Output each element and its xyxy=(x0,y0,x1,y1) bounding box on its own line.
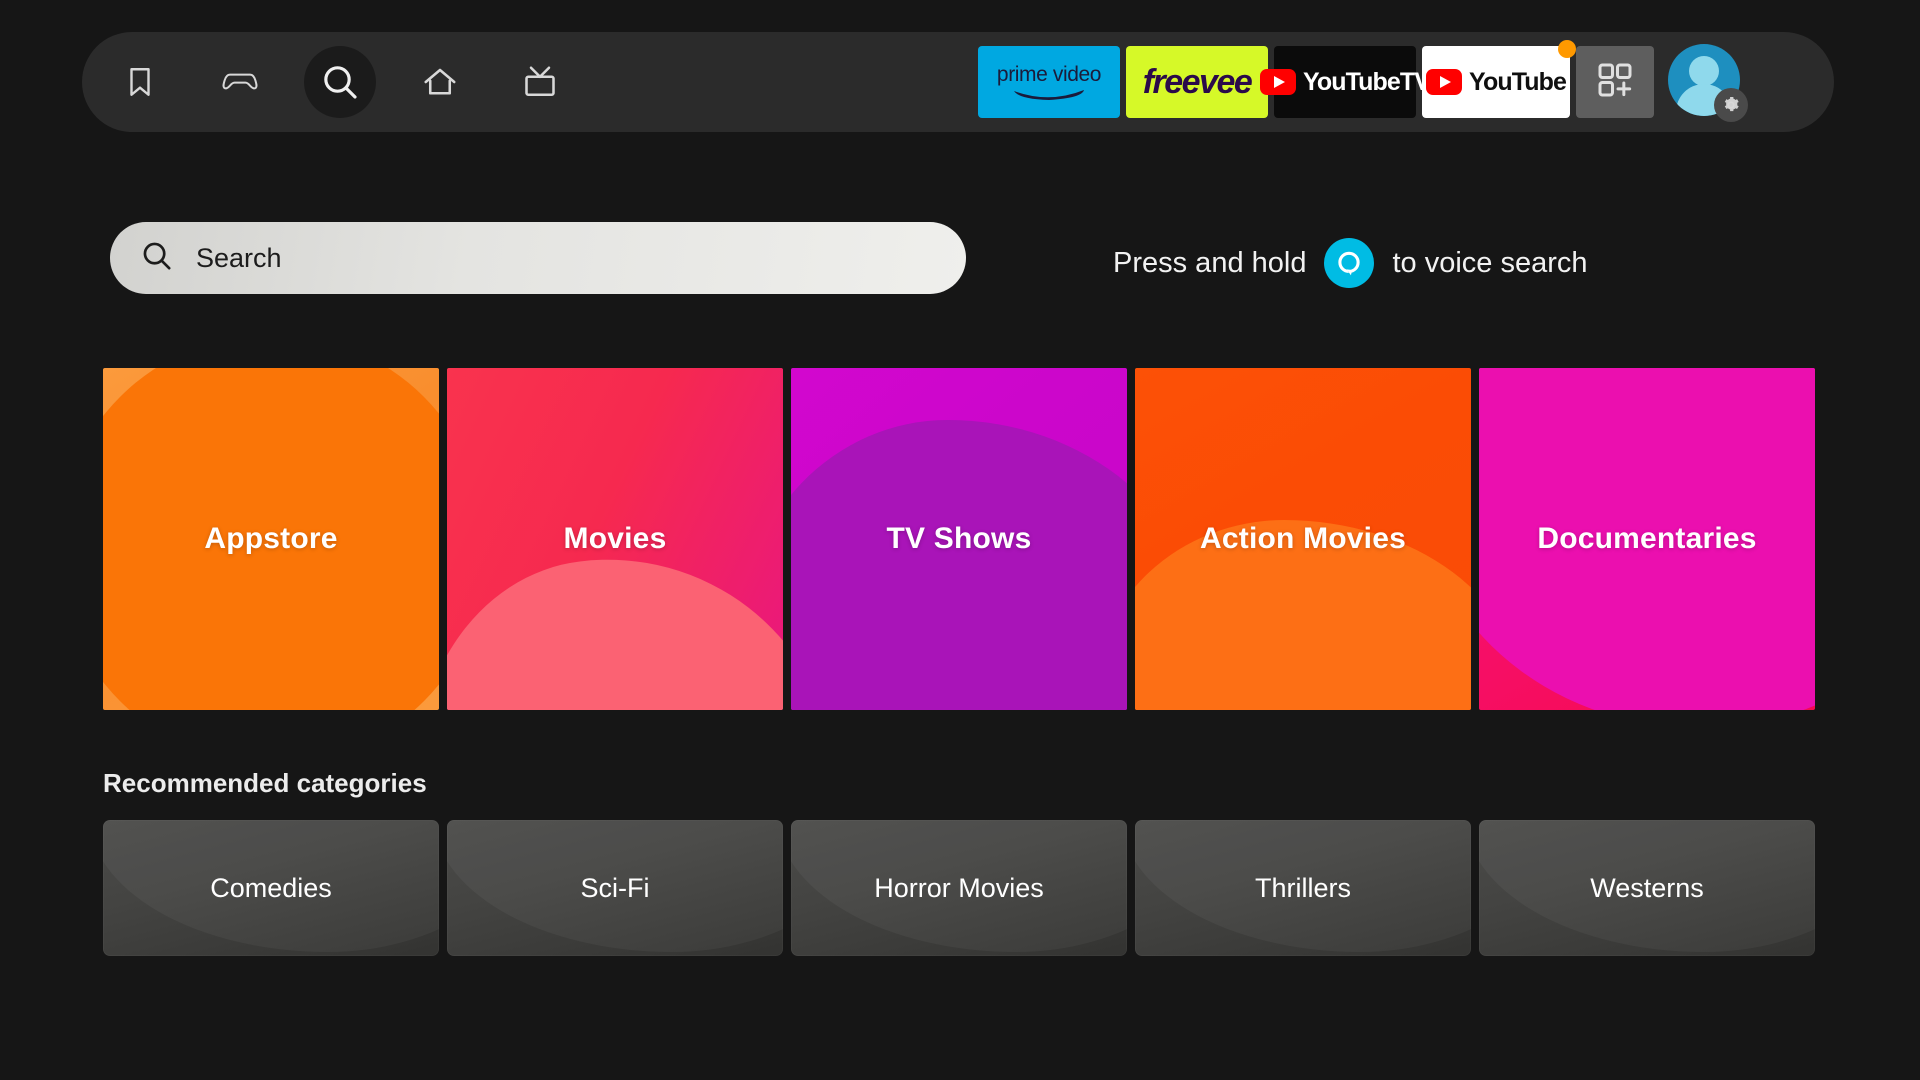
notification-badge-dot xyxy=(1558,40,1576,58)
app-tile-freevee[interactable]: freevee xyxy=(1126,46,1268,118)
recommended-label: Westerns xyxy=(1590,872,1704,903)
nav-icon-group xyxy=(104,46,576,118)
nav-item-search[interactable] xyxy=(304,46,376,118)
search-icon xyxy=(320,62,360,102)
app-tile-prime-video[interactable]: prime video xyxy=(978,46,1120,118)
profile-button[interactable] xyxy=(1668,44,1748,122)
youtube-label: YouTube xyxy=(1469,67,1567,96)
prime-video-logo: prime video xyxy=(997,64,1101,101)
alexa-icon xyxy=(1324,238,1375,288)
top-navigation-bar: prime video freevee YouTubeTV YouTube xyxy=(82,32,1834,132)
recommended-tile-westerns[interactable]: Westerns xyxy=(1479,820,1815,956)
recommended-categories-heading: Recommended categories xyxy=(103,768,427,798)
search-input[interactable]: Search xyxy=(110,222,966,294)
youtube-logo: YouTube xyxy=(1426,67,1567,97)
app-tile-youtube-tv[interactable]: YouTubeTV xyxy=(1259,46,1431,118)
recommended-label: Comedies xyxy=(210,872,332,903)
nav-item-home[interactable] xyxy=(404,46,476,118)
decorative-blob xyxy=(791,420,1127,710)
category-label: Action Movies xyxy=(1200,522,1406,555)
decorative-blob xyxy=(447,533,783,710)
live-tv-icon xyxy=(521,64,559,100)
home-icon xyxy=(422,65,458,99)
search-icon xyxy=(140,239,174,278)
youtube-tv-label: YouTubeTV xyxy=(1302,67,1431,96)
apps-grid-button[interactable] xyxy=(1576,46,1654,118)
category-label: Appstore xyxy=(204,522,338,555)
recommended-label: Horror Movies xyxy=(874,872,1044,903)
category-label: Documentaries xyxy=(1537,522,1757,555)
category-tile-action-movies[interactable]: Action Movies xyxy=(1135,368,1471,710)
youtube-play-icon xyxy=(1426,69,1463,95)
voice-hint-prefix: Press and hold xyxy=(1113,246,1307,279)
app-tile-youtube[interactable]: YouTube xyxy=(1422,40,1576,118)
youtube-play-icon xyxy=(1259,69,1296,95)
category-label: TV Shows xyxy=(886,522,1032,555)
recommended-tile-sci-fi[interactable]: Sci-Fi xyxy=(447,820,783,956)
recommended-label: Sci-Fi xyxy=(580,872,650,903)
category-tiles-row: Appstore Movies TV Shows Action Movies D… xyxy=(103,368,1815,710)
freevee-label: freevee xyxy=(1142,63,1253,101)
youtube-tv-logo: YouTubeTV xyxy=(1259,67,1431,97)
prime-video-label: prime video xyxy=(996,62,1102,86)
bookmark-icon xyxy=(123,65,157,99)
avatar-head-shape xyxy=(1689,56,1719,86)
recommended-tile-horror-movies[interactable]: Horror Movies xyxy=(791,820,1127,956)
category-tile-appstore[interactable]: Appstore xyxy=(103,368,439,710)
nav-item-games[interactable] xyxy=(204,46,276,118)
recommended-categories-row: Comedies Sci-Fi Horror Movies Thrillers … xyxy=(103,820,1815,956)
recommended-tile-thrillers[interactable]: Thrillers xyxy=(1135,820,1471,956)
recommended-tile-comedies[interactable]: Comedies xyxy=(103,820,439,956)
amazon-smile-icon xyxy=(1014,89,1084,100)
recommended-label: Thrillers xyxy=(1254,872,1351,903)
nav-item-your-stuff[interactable] xyxy=(104,46,176,118)
voice-hint-suffix: to voice search xyxy=(1392,246,1588,279)
category-tile-movies[interactable]: Movies xyxy=(447,368,783,710)
app-shortcut-tiles: prime video freevee YouTubeTV YouTube xyxy=(978,32,1752,132)
voice-search-hint: Press and hold to voice search xyxy=(1113,238,1588,288)
category-label: Movies xyxy=(563,522,667,555)
category-tile-tv-shows[interactable]: TV Shows xyxy=(791,368,1127,710)
apps-grid-plus-icon xyxy=(1595,60,1635,105)
game-controller-icon xyxy=(220,65,260,99)
gear-icon[interactable] xyxy=(1714,88,1748,122)
nav-item-live-tv[interactable] xyxy=(504,46,576,118)
search-placeholder-text: Search xyxy=(196,242,282,273)
category-tile-documentaries[interactable]: Documentaries xyxy=(1479,368,1815,710)
